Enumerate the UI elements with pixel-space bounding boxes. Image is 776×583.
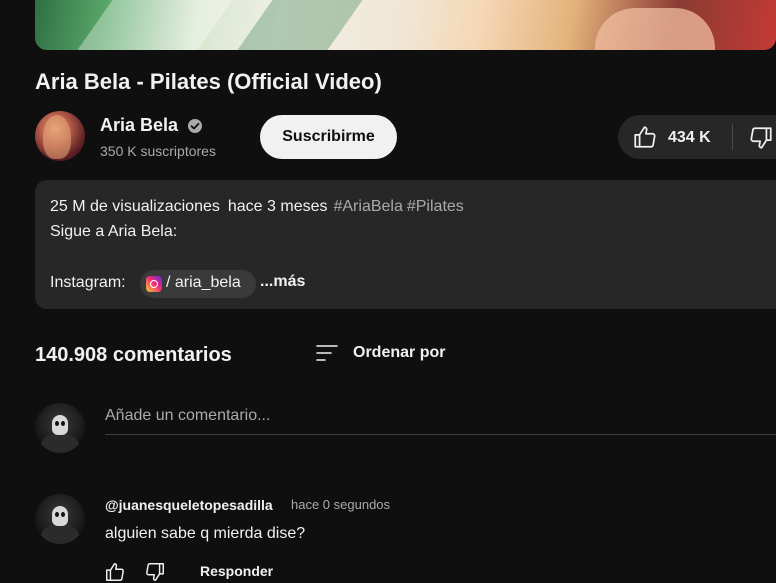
commenter-avatar[interactable] (35, 494, 85, 544)
verified-icon (188, 119, 202, 133)
video-frame-detail (595, 8, 715, 50)
instagram-icon (146, 276, 162, 292)
video-title: Aria Bela - Pilates (Official Video) (35, 69, 382, 94)
subscriber-count: 350 K suscriptores (100, 143, 216, 159)
comment-timestamp[interactable]: hace 0 segundos (291, 497, 390, 512)
user-avatar (35, 403, 85, 453)
comment-thumbs-up-icon[interactable] (103, 561, 127, 583)
channel-name[interactable]: Aria Bela (100, 115, 178, 136)
thumbs-down-icon[interactable] (748, 125, 774, 151)
view-count: 25 M de visualizaciones (50, 198, 220, 215)
description-text: Sigue a Aria Bela: (50, 223, 178, 240)
thumbs-up-icon[interactable] (632, 124, 658, 150)
comment-input[interactable]: Añade un comentario... (105, 407, 776, 425)
channel-avatar[interactable] (35, 111, 85, 161)
hashtag-link[interactable]: #AriaBela (333, 198, 402, 215)
comment-author[interactable]: @juanesqueletopesadilla (105, 497, 273, 513)
hashtag-link[interactable]: #Pilates (407, 198, 464, 215)
upload-time: hace 3 meses (227, 198, 328, 215)
video-frame-detail (77, 0, 233, 50)
reply-button[interactable]: Responder (200, 563, 273, 579)
input-underline (105, 434, 776, 435)
like-count[interactable]: 434 K (668, 129, 711, 147)
sort-icon[interactable] (315, 343, 339, 363)
video-frame-detail (237, 0, 363, 50)
avatar-image-detail (43, 115, 71, 159)
divider (732, 124, 733, 150)
comment-thumbs-down-icon[interactable] (143, 561, 167, 583)
show-more-link[interactable]: ...más (260, 273, 305, 291)
sort-by-button[interactable]: Ordenar por (353, 344, 445, 362)
comment-text: alguien sabe q mierda dise? (105, 525, 306, 542)
instagram-handle[interactable]: / aria_bela (166, 274, 241, 292)
video-player[interactable] (35, 0, 776, 50)
subscribe-button[interactable]: Suscribirme (260, 115, 397, 159)
description-meta: 25 M de visualizaciones hace 3 meses #Aria… (50, 198, 464, 216)
instagram-label: Instagram: (50, 274, 126, 291)
comments-count: 140.908 comentarios (35, 344, 232, 366)
